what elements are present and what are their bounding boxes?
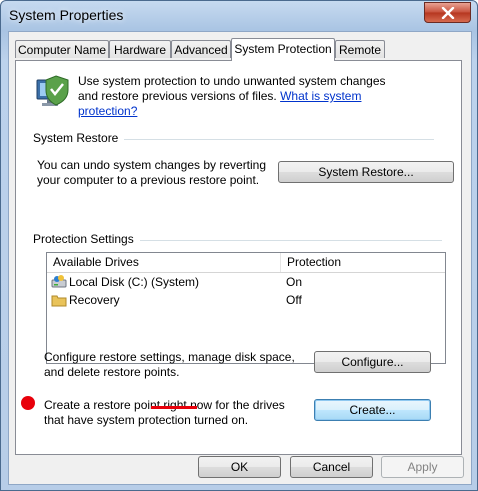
title-bar[interactable]: System Properties — [1, 1, 477, 31]
configure-button[interactable]: Configure... — [314, 351, 431, 373]
apply-button[interactable]: Apply — [381, 456, 464, 478]
ok-button-label: OK — [230, 460, 249, 474]
tab-advanced[interactable]: Advanced — [171, 40, 231, 58]
drive-row[interactable]: Local Disk (C:) (System) On — [47, 273, 445, 291]
column-header-drives[interactable]: Available Drives — [47, 253, 280, 272]
system-restore-button-label: System Restore... — [318, 165, 414, 179]
system-restore-description: You can undo system changes by reverting… — [37, 158, 267, 187]
create-description: Create a restore point right now for the… — [44, 398, 285, 427]
annotation-underline — [151, 406, 197, 409]
tab-hardware[interactable]: Hardware — [109, 40, 171, 58]
create-button-label: Create... — [349, 403, 396, 417]
system-properties-window: System Properties Computer Name Hardware… — [0, 0, 478, 491]
close-button[interactable] — [424, 2, 471, 23]
window-title: System Properties — [9, 7, 124, 23]
system-protection-icon — [36, 75, 69, 106]
annotation-dot — [21, 396, 35, 410]
system-restore-button[interactable]: System Restore... — [278, 161, 454, 183]
apply-button-label: Apply — [407, 460, 438, 474]
protection-settings-heading: Protection Settings — [33, 232, 138, 246]
drive-protection: Off — [286, 293, 302, 307]
drive-name: Local Disk (C:) (System) — [69, 275, 200, 289]
folder-icon — [51, 295, 67, 307]
close-icon — [441, 6, 454, 19]
create-button[interactable]: Create... — [314, 399, 431, 421]
drive-name: Recovery — [69, 293, 120, 307]
system-restore-heading: System Restore — [33, 131, 123, 145]
configure-description: Configure restore settings, manage disk … — [44, 350, 295, 379]
system-protection-panel: Use system protection to undo unwanted s… — [15, 60, 462, 455]
list-header: Available Drives Protection — [47, 253, 445, 273]
tab-computer-name[interactable]: Computer Name — [15, 40, 109, 58]
cancel-button[interactable]: Cancel — [290, 456, 373, 478]
group-divider — [140, 240, 442, 241]
dialog-client-area: Computer Name Hardware Advanced System P… — [8, 31, 472, 485]
ok-button[interactable]: OK — [198, 456, 281, 478]
group-divider — [124, 139, 434, 140]
cancel-button-label: Cancel — [312, 460, 351, 474]
intro-description: Use system protection to undo unwanted s… — [78, 74, 408, 119]
drive-row[interactable]: Recovery Off — [47, 291, 445, 309]
drives-list[interactable]: Available Drives Protection Local Disk (… — [46, 252, 446, 364]
tab-remote[interactable]: Remote — [335, 40, 385, 58]
hard-drive-icon — [51, 275, 67, 288]
drive-protection: On — [286, 275, 303, 289]
column-header-protection[interactable]: Protection — [280, 253, 445, 272]
configure-button-label: Configure... — [341, 355, 404, 369]
tab-system-protection[interactable]: System Protection — [231, 38, 335, 61]
